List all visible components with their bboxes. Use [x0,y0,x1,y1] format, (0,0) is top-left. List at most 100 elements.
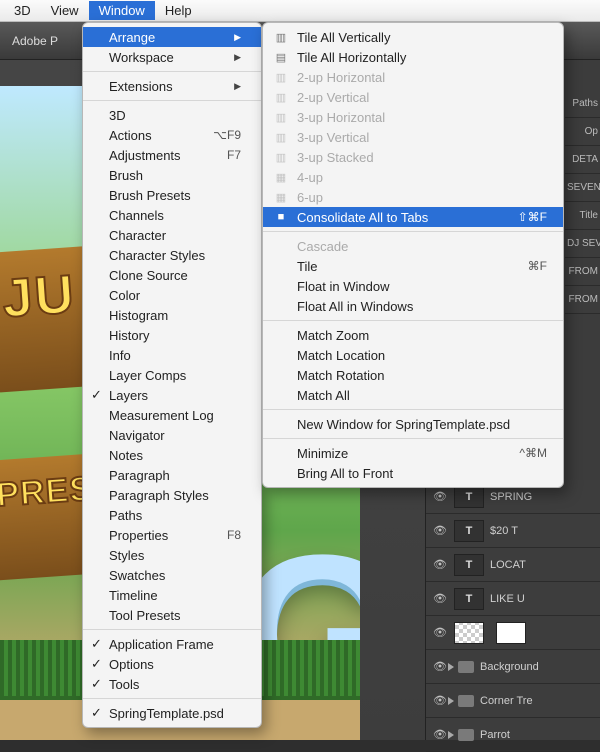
menu-view[interactable]: View [41,1,89,20]
arrange-menu-item[interactable]: Match Rotation [263,365,563,385]
layer-row[interactable]: 👁TLOCAT [426,548,600,582]
tile-icon: ▥ [273,151,289,164]
tile-icon: ▤ [273,51,289,64]
window-menu-item[interactable]: Brush [83,165,261,185]
arrange-menu-item[interactable]: Match Location [263,345,563,365]
layer-thumb [454,622,484,644]
tile-icon: ▥ [273,71,289,84]
arrange-menu-item[interactable]: ▥Tile All Vertically [263,27,563,47]
window-menu-item[interactable]: Notes [83,445,261,465]
arrange-menu-item: ▥3-up Vertical [263,127,563,147]
arrange-menu-item[interactable]: New Window for SpringTemplate.psd [263,414,563,434]
type-layer-icon: T [454,486,484,508]
disclosure-icon[interactable] [448,697,454,705]
window-menu-item[interactable]: Channels [83,205,261,225]
disclosure-icon[interactable] [448,663,454,671]
window-menu-item[interactable]: ✓Layers [83,385,261,405]
panel-tab-label[interactable]: Op [565,118,600,146]
window-menu-item[interactable]: Workspace [83,47,261,67]
window-menu-item[interactable]: Swatches [83,565,261,585]
folder-icon [458,695,474,707]
menu-help[interactable]: Help [155,1,202,20]
right-panel-labels: PathsOpDETASEVENSTitleDJ SEVFROMFROM [565,90,600,314]
window-menu-item[interactable]: ✓Tools [83,674,261,694]
arrange-menu-item[interactable]: ■Consolidate All to Tabs⇧⌘F [263,207,563,227]
window-menu-item[interactable]: Actions⌥F9 [83,125,261,145]
system-menubar: 3D View Window Help [0,0,600,22]
panel-tab-label[interactable]: Paths [565,90,600,118]
menu-3d[interactable]: 3D [4,1,41,20]
type-layer-icon: T [454,554,484,576]
window-menu-item[interactable]: Navigator [83,425,261,445]
layer-row[interactable]: 👁 Background [426,650,600,684]
arrange-menu-item: ▥3-up Horizontal [263,107,563,127]
window-menu-item[interactable]: Character [83,225,261,245]
arrange-menu-item[interactable]: Float All in Windows [263,296,563,316]
panel-tab-label[interactable]: SEVENS [565,174,600,202]
window-menu-item[interactable]: Extensions [83,76,261,96]
panel-tab-label[interactable]: Title [565,202,600,230]
window-menu-item[interactable]: Color [83,285,261,305]
panel-tab-label[interactable]: FROM [565,286,600,314]
panel-tab-label[interactable]: DETA [565,146,600,174]
layer-row[interactable]: 👁T$20 T [426,514,600,548]
layer-row[interactable]: 👁TLIKE U [426,582,600,616]
window-menu-item[interactable]: Character Styles [83,245,261,265]
window-menu-item[interactable]: Tool Presets [83,605,261,625]
window-menu-item[interactable]: Styles [83,545,261,565]
layer-row[interactable]: 👁Corner Tre [426,684,600,718]
visibility-icon[interactable]: 👁 [432,694,448,707]
window-menu-item[interactable]: Paragraph [83,465,261,485]
arrange-menu-item[interactable]: ▤Tile All Horizontally [263,47,563,67]
visibility-icon[interactable]: 👁 [432,626,448,639]
layer-name: Background [480,661,594,673]
visibility-icon[interactable]: 👁 [432,558,448,571]
window-menu-item[interactable]: ✓Options [83,654,261,674]
visibility-icon[interactable]: 👁 [432,490,448,503]
panel-tab-label[interactable]: FROM [565,258,600,286]
arrange-menu-item[interactable]: Match All [263,385,563,405]
visibility-icon[interactable]: 👁 [432,524,448,537]
arrange-menu-item: Cascade [263,236,563,256]
window-menu-item[interactable]: Histogram [83,305,261,325]
tile-icon: ▥ [273,131,289,144]
window-menu-item[interactable]: ✓SpringTemplate.psd [83,703,261,723]
visibility-icon[interactable]: 👁 [432,728,448,741]
layer-name: SPRING [490,491,594,503]
panel-tab-label[interactable]: DJ SEV [565,230,600,258]
window-menu-item[interactable]: AdjustmentsF7 [83,145,261,165]
window-menu-item[interactable]: Info [83,345,261,365]
window-menu-item[interactable]: Paths [83,505,261,525]
disclosure-icon[interactable] [448,731,454,739]
menu-window[interactable]: Window [89,1,155,20]
type-layer-icon: T [454,520,484,542]
arrange-menu-item[interactable]: Minimize^⌘M [263,443,563,463]
arrange-menu-item[interactable]: Bring All to Front [263,463,563,483]
visibility-icon[interactable]: 👁 [432,592,448,605]
window-menu-dropdown[interactable]: ArrangeWorkspace Extensions 3DActions⌥F9Ad… [82,22,262,728]
window-menu-item[interactable]: Paragraph Styles [83,485,261,505]
arrange-menu-item[interactable]: Tile⌘F [263,256,563,276]
tile-icon: ▥ [273,31,289,44]
window-menu-item[interactable]: Clone Source [83,265,261,285]
window-menu-item[interactable]: Layer Comps [83,365,261,385]
window-menu-item[interactable]: Brush Presets [83,185,261,205]
arrange-menu-item[interactable]: Match Zoom [263,325,563,345]
arrange-menu-item[interactable]: Float in Window [263,276,563,296]
tile-icon: ▥ [273,111,289,124]
visibility-icon[interactable]: 👁 [432,660,448,673]
window-menu-item[interactable]: Arrange [83,27,261,47]
window-menu-item[interactable]: ✓Application Frame [83,634,261,654]
layer-name: LIKE U [490,593,594,605]
layers-panel[interactable]: 👁TSPRING👁T$20 T👁TLOCAT👁TLIKE U👁👁Backgrou… [425,480,600,740]
window-menu-item[interactable]: PropertiesF8 [83,525,261,545]
window-menu-item[interactable]: Measurement Log [83,405,261,425]
window-menu-item[interactable]: 3D [83,105,261,125]
layer-row[interactable]: 👁Parrot [426,718,600,752]
window-menu-item[interactable]: History [83,325,261,345]
layer-row[interactable]: 👁 [426,616,600,650]
tile-icon: ▦ [273,191,289,204]
tile-icon: ▥ [273,91,289,104]
window-menu-item[interactable]: Timeline [83,585,261,605]
arrange-submenu[interactable]: ▥Tile All Vertically▤Tile All Horizontal… [262,22,564,488]
